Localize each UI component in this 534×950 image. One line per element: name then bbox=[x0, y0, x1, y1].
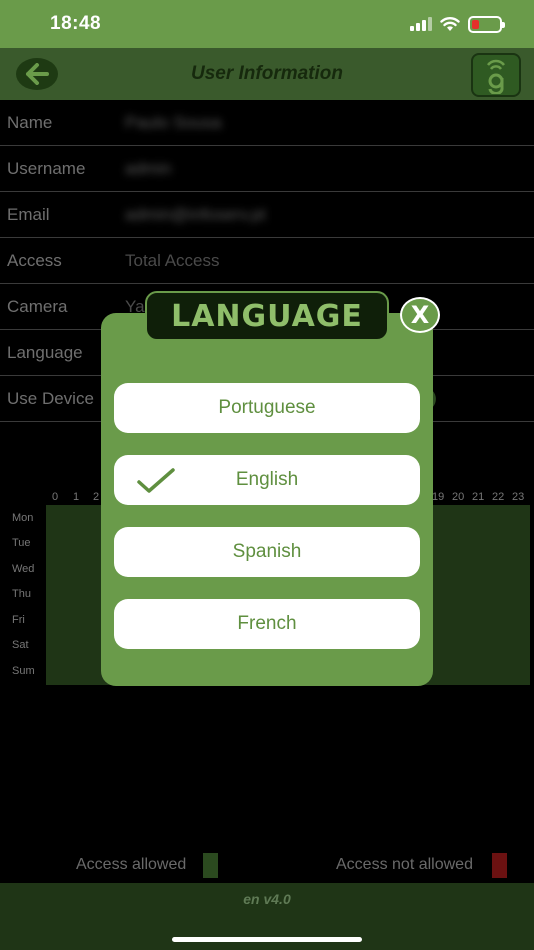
cellular-signal-icon bbox=[410, 17, 432, 31]
version-label: en v4.0 bbox=[243, 891, 291, 907]
language-option-label: English bbox=[235, 469, 299, 490]
day-label: Fri bbox=[12, 614, 25, 626]
language-option-spanish[interactable]: Spanish bbox=[114, 527, 420, 577]
status-time: 18:48 bbox=[50, 13, 102, 34]
name-label: Name bbox=[7, 113, 53, 132]
close-icon: X bbox=[410, 301, 430, 329]
wifi-icon bbox=[440, 17, 460, 31]
info-row-email: Email admin@infoserv.pt bbox=[0, 192, 534, 238]
language-label: Language bbox=[7, 343, 83, 362]
camera-label: Camera bbox=[7, 297, 68, 316]
footer-bar: en v4.0 bbox=[0, 883, 534, 950]
hour-label: 0 bbox=[52, 491, 59, 503]
access-label: Access bbox=[7, 251, 62, 270]
hour-label: 20 bbox=[452, 491, 465, 503]
home-indicator[interactable] bbox=[172, 937, 362, 942]
access-value: Total Access bbox=[125, 251, 220, 270]
info-row-username: Username admin bbox=[0, 146, 534, 192]
info-row-name: Name Paulo Sousa bbox=[0, 100, 534, 146]
day-label: Tue bbox=[12, 537, 31, 549]
legend-access-allowed: Access allowed bbox=[76, 856, 187, 873]
language-option-label: French bbox=[237, 613, 297, 634]
hour-label: 2 bbox=[93, 491, 100, 503]
email-value: admin@infoserv.pt bbox=[125, 205, 266, 224]
hour-label: 21 bbox=[472, 491, 485, 503]
language-option-portuguese[interactable]: Portuguese bbox=[114, 383, 420, 433]
battery-icon bbox=[468, 15, 505, 33]
checkmark-icon bbox=[137, 468, 175, 493]
language-option-label: Spanish bbox=[232, 541, 302, 562]
hour-label: 23 bbox=[512, 491, 525, 503]
username-value: admin bbox=[125, 159, 172, 178]
language-dialog-title: LANGUAGE bbox=[145, 291, 389, 341]
app-logo-icon bbox=[487, 59, 505, 94]
name-value: Paulo Sousa bbox=[125, 113, 222, 132]
day-label: Wed bbox=[12, 563, 35, 575]
day-label: Sat bbox=[12, 639, 29, 651]
hour-label: 1 bbox=[73, 491, 80, 503]
legend-access-not-allowed: Access not allowed bbox=[336, 856, 473, 873]
legend-allowed-swatch bbox=[203, 853, 218, 878]
status-bar: 18:48 bbox=[0, 0, 534, 48]
close-button[interactable]: X bbox=[400, 297, 440, 333]
language-option-english[interactable]: English bbox=[114, 455, 420, 505]
use-device-label: Use Device bbox=[7, 389, 94, 408]
day-label: Thu bbox=[12, 588, 31, 600]
header-bar: User Information bbox=[0, 48, 534, 100]
legend-not-allowed-swatch bbox=[492, 853, 507, 878]
page-title: User Information bbox=[190, 63, 344, 84]
language-option-french[interactable]: French bbox=[114, 599, 420, 649]
day-label: Sum bbox=[12, 665, 35, 677]
hour-label: 22 bbox=[492, 491, 505, 503]
day-label: Mon bbox=[12, 512, 34, 524]
language-option-label: Portuguese bbox=[218, 397, 316, 418]
username-label: Username bbox=[7, 159, 86, 178]
status-icons bbox=[410, 14, 505, 34]
email-label: Email bbox=[7, 205, 50, 224]
hour-label: 19 bbox=[432, 491, 445, 503]
info-row-access: Access Total Access bbox=[0, 238, 534, 284]
app-logo-button[interactable] bbox=[471, 53, 521, 97]
